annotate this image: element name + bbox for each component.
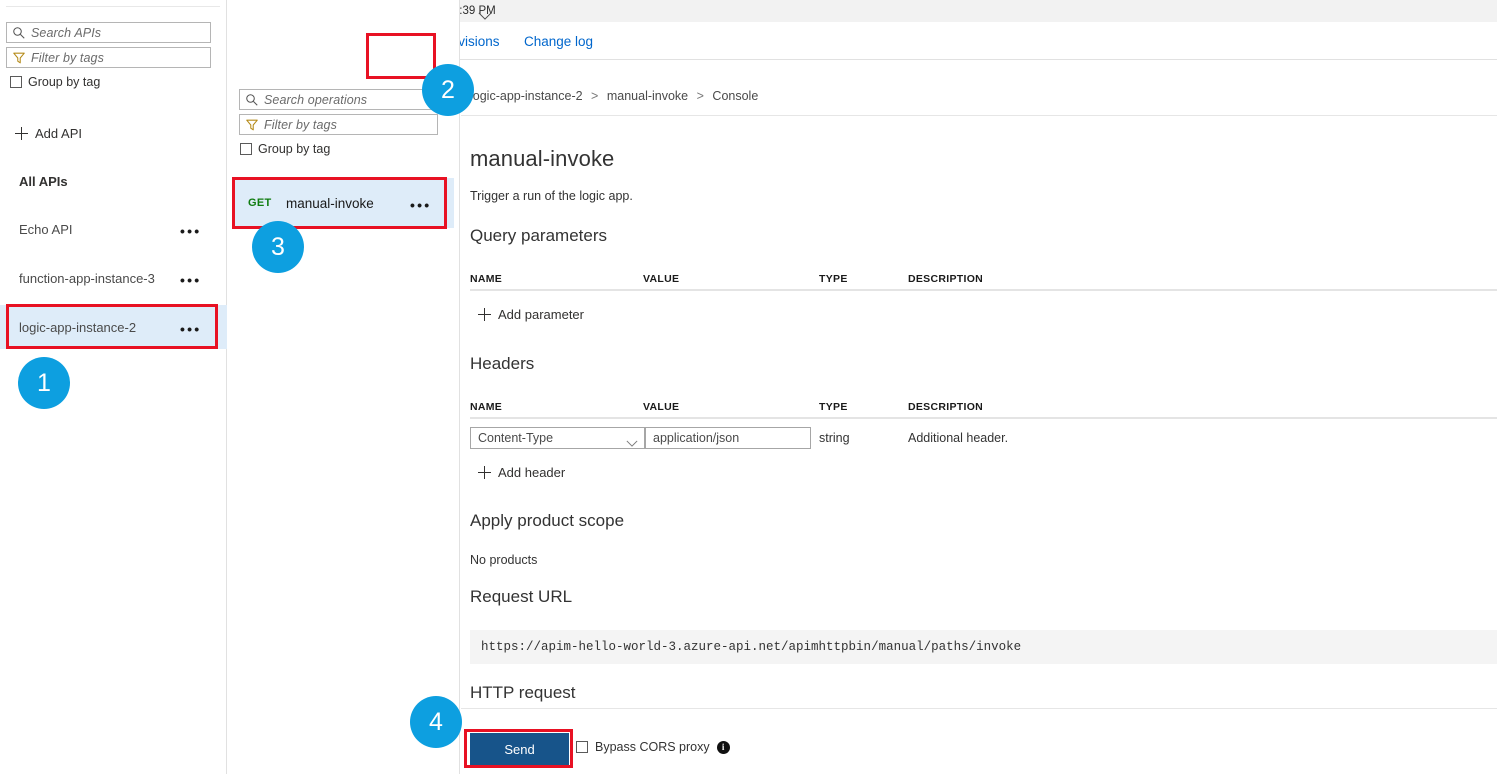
add-header-label: Add header — [498, 465, 565, 480]
hd-column-description: DESCRIPTION — [908, 401, 983, 413]
operation-more-menu[interactable]: ••• — [410, 198, 431, 212]
add-parameter-label: Add parameter — [498, 307, 584, 322]
header-value-input[interactable]: application/json — [645, 427, 811, 449]
add-api-label: Add API — [35, 126, 82, 141]
query-parameters-heading: Query parameters — [470, 226, 607, 246]
breadcrumb: logic-app-instance-2 > manual-invoke > C… — [470, 89, 758, 103]
api-list-item-function-app-instance-3[interactable]: function-app-instance-3 ••• — [0, 256, 227, 300]
console-content: logic-app-instance-2 > manual-invoke > C… — [461, 60, 1497, 774]
product-scope-value: No products — [470, 553, 537, 567]
http-request-heading: HTTP request — [470, 683, 576, 703]
api-item-more-menu[interactable]: ••• — [180, 322, 201, 336]
annotation-circle-1: 1 — [18, 357, 70, 409]
filter-operations-by-tags-input[interactable]: Filter by tags — [239, 114, 438, 135]
breadcrumb-operation[interactable]: manual-invoke — [607, 89, 688, 103]
search-operations-input[interactable]: Search operations — [239, 89, 438, 110]
api-item-more-menu[interactable]: ••• — [180, 224, 201, 238]
breadcrumb-separator: > — [591, 89, 598, 103]
request-url-box: https://apim-hello-world-3.azure-api.net… — [470, 630, 1497, 664]
search-apis-placeholder: Search APIs — [31, 26, 101, 40]
all-apis-heading: All APIs — [19, 174, 68, 189]
qp-column-value: VALUE — [643, 273, 679, 285]
http-request-divider — [461, 708, 1497, 709]
annotation-circle-4: 4 — [410, 696, 462, 748]
operation-description: Trigger a run of the logic app. — [470, 189, 633, 203]
search-operations-placeholder: Search operations — [264, 93, 367, 107]
filter-funnel-icon — [245, 118, 259, 132]
breadcrumb-api[interactable]: logic-app-instance-2 — [470, 89, 583, 103]
chevron-down-icon — [626, 436, 638, 450]
apim-test-console-screen: Search APIs Filter by tags Group by tag … — [0, 0, 1497, 774]
api-list-item-echo-api[interactable]: Echo API ••• — [0, 207, 227, 251]
bypass-cors-proxy-label: Bypass CORS proxy — [595, 740, 710, 754]
header-type-value: string — [819, 431, 850, 445]
breadcrumb-divider — [461, 115, 1497, 116]
send-button[interactable]: Send — [470, 733, 569, 765]
request-url-text: https://apim-hello-world-3.azure-api.net… — [481, 640, 1021, 654]
filter-apis-placeholder: Filter by tags — [31, 51, 104, 65]
hd-column-value: VALUE — [643, 401, 679, 413]
breadcrumb-page: Console — [712, 89, 758, 103]
api-item-label: function-app-instance-3 — [19, 271, 155, 286]
hd-column-name: NAME — [470, 401, 502, 413]
operation-list-item-manual-invoke[interactable]: GET manual-invoke ••• — [234, 178, 454, 228]
hd-column-type: TYPE — [819, 401, 848, 413]
request-url-heading: Request URL — [470, 587, 572, 607]
operation-method-badge: GET — [248, 197, 272, 209]
info-icon[interactable]: i — [717, 741, 730, 754]
checkbox-box — [10, 76, 22, 88]
checkbox-box — [240, 143, 252, 155]
chevron-down-icon[interactable] — [478, 7, 492, 15]
qp-table-divider — [470, 289, 1497, 291]
operation-name-label: manual-invoke — [286, 196, 374, 211]
panel-top-divider — [6, 6, 220, 7]
header-value-text: application/json — [653, 431, 739, 445]
page-title: manual-invoke — [470, 146, 614, 172]
filter-apis-by-tags-input[interactable]: Filter by tags — [6, 47, 211, 68]
search-apis-input[interactable]: Search APIs — [6, 22, 211, 43]
filter-funnel-icon — [12, 51, 26, 65]
add-api-button[interactable]: Add API — [15, 126, 82, 141]
plus-icon — [478, 466, 491, 479]
annotation-circle-3: 3 — [252, 221, 304, 273]
header-description-value: Additional header. — [908, 431, 1008, 445]
headers-heading: Headers — [470, 354, 534, 374]
bypass-cors-proxy-checkbox[interactable]: Bypass CORS proxy i — [576, 740, 730, 754]
tab-change-log[interactable]: Change log — [524, 22, 593, 60]
search-icon — [12, 26, 26, 40]
search-icon — [245, 93, 259, 107]
group-by-tag-checkbox-operations[interactable]: Group by tag — [240, 142, 330, 156]
api-item-label: Echo API — [19, 222, 72, 237]
filter-operations-placeholder: Filter by tags — [264, 118, 337, 132]
qp-column-name: NAME — [470, 273, 502, 285]
api-item-more-menu[interactable]: ••• — [180, 273, 201, 287]
hd-table-divider — [470, 417, 1497, 419]
plus-icon — [15, 127, 28, 140]
annotation-circle-2: 2 — [422, 64, 474, 116]
qp-column-description: DESCRIPTION — [908, 273, 983, 285]
header-name-value: Content-Type — [478, 431, 553, 445]
product-scope-heading: Apply product scope — [470, 511, 624, 531]
api-item-label: logic-app-instance-2 — [19, 320, 136, 335]
group-by-tag-label: Group by tag — [258, 142, 330, 156]
api-list-item-logic-app-instance-2[interactable]: logic-app-instance-2 ••• — [0, 305, 227, 349]
checkbox-box — [576, 741, 588, 753]
group-by-tag-label: Group by tag — [28, 75, 100, 89]
group-by-tag-checkbox-apis[interactable]: Group by tag — [10, 75, 100, 89]
header-name-select[interactable]: Content-Type — [470, 427, 645, 449]
add-parameter-button[interactable]: Add parameter — [478, 307, 584, 322]
qp-column-type: TYPE — [819, 273, 848, 285]
breadcrumb-separator: > — [697, 89, 704, 103]
add-header-button[interactable]: Add header — [478, 465, 565, 480]
plus-icon — [478, 308, 491, 321]
